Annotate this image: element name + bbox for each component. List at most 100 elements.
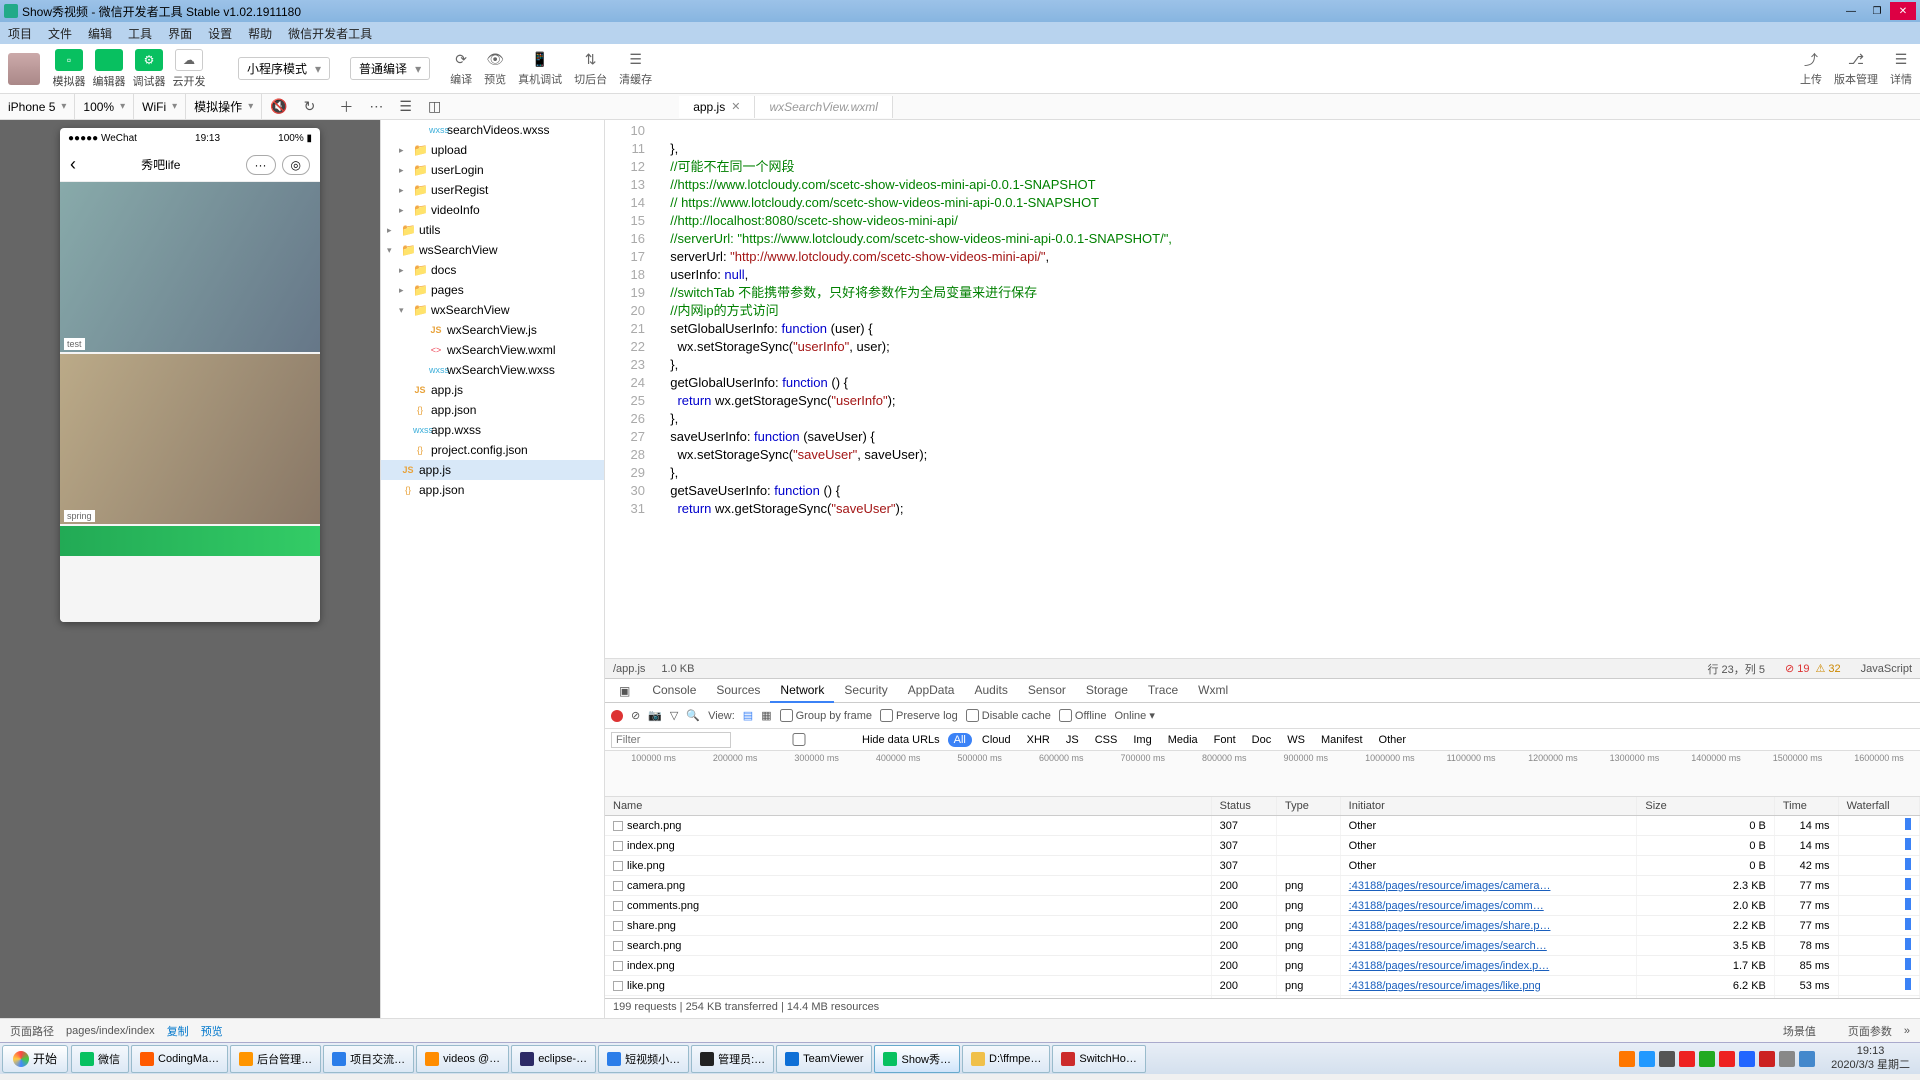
taskbar-item[interactable]: SwitchHo… — [1052, 1045, 1145, 1073]
file-tree-item[interactable]: ▸📁utils — [381, 220, 604, 240]
tray-icon[interactable] — [1799, 1051, 1815, 1067]
copy-link[interactable]: 复制 — [167, 1023, 189, 1039]
video-thumb[interactable]: spring — [60, 354, 320, 524]
toolbar-action[interactable]: ⚙调试器 — [132, 49, 166, 89]
devtools-tab[interactable]: Console — [642, 679, 706, 703]
devtools-tab[interactable]: Sources — [706, 679, 770, 703]
capsule-close-icon[interactable]: ◎ — [282, 155, 310, 175]
devtools-tab[interactable]: Security — [834, 679, 897, 703]
file-tree-item[interactable]: <>wxSearchView.wxml — [381, 340, 604, 360]
type-filter[interactable]: Media — [1162, 733, 1204, 747]
taskbar-item[interactable]: 短视频小… — [598, 1045, 689, 1073]
clear-icon[interactable]: ⊘ — [631, 709, 640, 722]
file-tree-item[interactable]: ▸📁userRegist — [381, 180, 604, 200]
devtools-tab[interactable]: AppData — [898, 679, 965, 703]
params-label[interactable]: 页面参数 — [1848, 1023, 1892, 1039]
mode-dropdown[interactable]: 小程序模式▾ — [238, 57, 330, 80]
column-header[interactable]: Size — [1637, 797, 1774, 816]
devtools-tab[interactable]: Trace — [1138, 679, 1188, 703]
file-tree-item[interactable]: wxssapp.wxss — [381, 420, 604, 440]
type-filter[interactable]: All — [948, 733, 972, 747]
tree-icon[interactable]: ☰ — [391, 98, 420, 115]
file-tree-item[interactable]: ▾📁wsSearchView — [381, 240, 604, 260]
toolbar-action[interactable]: ⤴上传 — [1800, 51, 1822, 87]
column-header[interactable]: Time — [1774, 797, 1838, 816]
preserve-log-checkbox[interactable]: Preserve log — [880, 709, 958, 722]
network-row[interactable]: search.png200png:43188/pages/resource/im… — [605, 936, 1920, 956]
column-header[interactable]: Initiator — [1340, 797, 1637, 816]
file-tree-item[interactable]: {}app.json — [381, 480, 604, 500]
file-tree-item[interactable]: ▾📁wxSearchView — [381, 300, 604, 320]
taskbar-clock[interactable]: 19:13 2020/3/3 星期二 — [1821, 1045, 1920, 1071]
file-tree-item[interactable]: JSapp.js — [381, 460, 604, 480]
record-icon[interactable] — [611, 710, 623, 722]
start-button[interactable]: 开始 — [2, 1045, 68, 1073]
close-button[interactable]: ✕ — [1890, 2, 1916, 20]
taskbar-item[interactable]: 管理员:… — [691, 1045, 774, 1073]
file-tree-item[interactable]: {}app.json — [381, 400, 604, 420]
add-tab-button[interactable]: ＋ — [331, 97, 361, 117]
editor-tab[interactable]: wxSearchView.wxml — [755, 96, 892, 118]
devtools-tab[interactable]: Sensor — [1018, 679, 1076, 703]
taskbar-item[interactable]: eclipse-… — [511, 1045, 596, 1073]
network-row[interactable]: comments.png200png:43188/pages/resource/… — [605, 896, 1920, 916]
type-filter[interactable]: CSS — [1089, 733, 1124, 747]
column-header[interactable]: Waterfall — [1838, 797, 1919, 816]
compile-dropdown[interactable]: 普通编译▾ — [350, 57, 430, 80]
minimize-button[interactable]: — — [1838, 2, 1864, 20]
view-grid-icon[interactable]: ▦ — [761, 709, 771, 722]
video-thumb[interactable] — [60, 526, 320, 556]
network-row[interactable]: search.png307Other0 B14 ms — [605, 816, 1920, 836]
taskbar-item[interactable]: 项目交流… — [323, 1045, 414, 1073]
file-tree-item[interactable]: {}project.config.json — [381, 440, 604, 460]
file-tree-item[interactable]: JSapp.js — [381, 380, 604, 400]
device-select[interactable]: iPhone 5▾ — [0, 94, 75, 119]
code-editor[interactable]: 1011121314151617181920212223242526272829… — [605, 120, 1920, 658]
maximize-button[interactable]: ❐ — [1864, 2, 1890, 20]
column-header[interactable]: Type — [1276, 797, 1340, 816]
network-row[interactable]: camera.png200png:43188/pages/resource/im… — [605, 876, 1920, 896]
view-list-icon[interactable]: ▤ — [743, 709, 753, 722]
disable-cache-checkbox[interactable]: Disable cache — [966, 709, 1051, 722]
phone-content[interactable]: test spring — [60, 182, 320, 622]
toolbar-action[interactable]: 编辑器 — [92, 49, 126, 89]
back-icon[interactable]: ‹ — [70, 154, 76, 175]
capsule-more-icon[interactable]: ··· — [246, 155, 276, 175]
file-tree-item[interactable]: ▸📁userLogin — [381, 160, 604, 180]
code-area[interactable]: }, //可能不在同一个网段 //https://www.lotcloudy.c… — [655, 120, 1920, 658]
action-select[interactable]: 模拟操作▾ — [186, 94, 262, 119]
menu-item[interactable]: 设置 — [208, 25, 232, 42]
network-row[interactable]: like.png307Other0 B42 ms — [605, 856, 1920, 876]
network-timeline[interactable]: 100000 ms200000 ms300000 ms400000 ms5000… — [605, 751, 1920, 797]
file-tree-item[interactable]: wxsswxSearchView.wxss — [381, 360, 604, 380]
warning-count[interactable]: ⚠ 32 — [1815, 662, 1840, 675]
type-filter[interactable]: Doc — [1246, 733, 1278, 747]
tray-icon[interactable] — [1779, 1051, 1795, 1067]
menu-item[interactable]: 项目 — [8, 25, 32, 42]
search-icon[interactable]: 🔍 — [686, 709, 700, 722]
file-tree-item[interactable]: wxsssearchVideos.wxss — [381, 120, 604, 140]
tray-icon[interactable] — [1719, 1051, 1735, 1067]
filter-icon[interactable]: ▽ — [670, 709, 678, 722]
zoom-select[interactable]: 100%▾ — [75, 94, 134, 119]
taskbar-item[interactable]: D:\ffmpe… — [962, 1045, 1050, 1073]
file-tree-item[interactable]: ▸📁pages — [381, 280, 604, 300]
group-by-frame-checkbox[interactable]: Group by frame — [780, 709, 872, 722]
type-filter[interactable]: XHR — [1021, 733, 1056, 747]
expand-icon[interactable]: » — [1904, 1025, 1910, 1037]
toolbar-action[interactable]: 👁预览 — [484, 51, 506, 87]
devtools-tab[interactable]: Network — [770, 679, 834, 703]
type-filter[interactable]: Cloud — [976, 733, 1017, 747]
throttle-select[interactable]: Online ▾ — [1114, 709, 1154, 722]
tray-icon[interactable] — [1659, 1051, 1675, 1067]
menu-item[interactable]: 工具 — [128, 25, 152, 42]
network-row[interactable]: index.png200png:43188/pages/resource/ima… — [605, 956, 1920, 976]
network-table[interactable]: NameStatusTypeInitiatorSizeTimeWaterfall… — [605, 797, 1920, 998]
toolbar-action[interactable]: 📱真机调试 — [518, 51, 562, 87]
devtools-tab[interactable]: Wxml — [1188, 679, 1238, 703]
file-tree-item[interactable]: ▸📁upload — [381, 140, 604, 160]
taskbar-item[interactable]: TeamViewer — [776, 1045, 872, 1073]
tray-icon[interactable] — [1699, 1051, 1715, 1067]
rotate-icon[interactable]: ↻ — [296, 98, 324, 115]
menu-item[interactable]: 微信开发者工具 — [288, 25, 372, 42]
